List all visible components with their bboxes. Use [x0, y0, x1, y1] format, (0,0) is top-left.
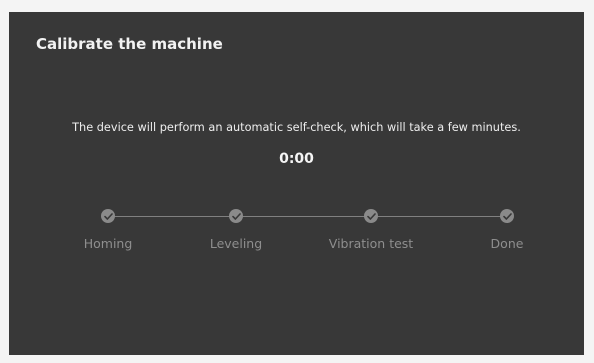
step-done-check-icon	[500, 209, 514, 223]
calibration-screen: Calibrate the machine The device will pe…	[9, 12, 584, 355]
step-label-homing: Homing	[83, 236, 133, 251]
page-title: Calibrate the machine	[36, 35, 223, 53]
step-vibration-test-check-icon	[364, 209, 378, 223]
step-label-done: Done	[490, 236, 524, 251]
stepper-track-1	[108, 216, 236, 217]
elapsed-timer: 0:00	[279, 151, 314, 167]
stepper-track-3	[371, 216, 507, 217]
step-homing-check-icon	[101, 209, 115, 223]
calibration-message: The device will perform an automatic sel…	[72, 121, 521, 134]
step-label-leveling: Leveling	[209, 236, 263, 251]
stepper-track-2	[236, 216, 371, 217]
step-label-vibration-test: Vibration test	[328, 236, 414, 251]
step-leveling-check-icon	[229, 209, 243, 223]
